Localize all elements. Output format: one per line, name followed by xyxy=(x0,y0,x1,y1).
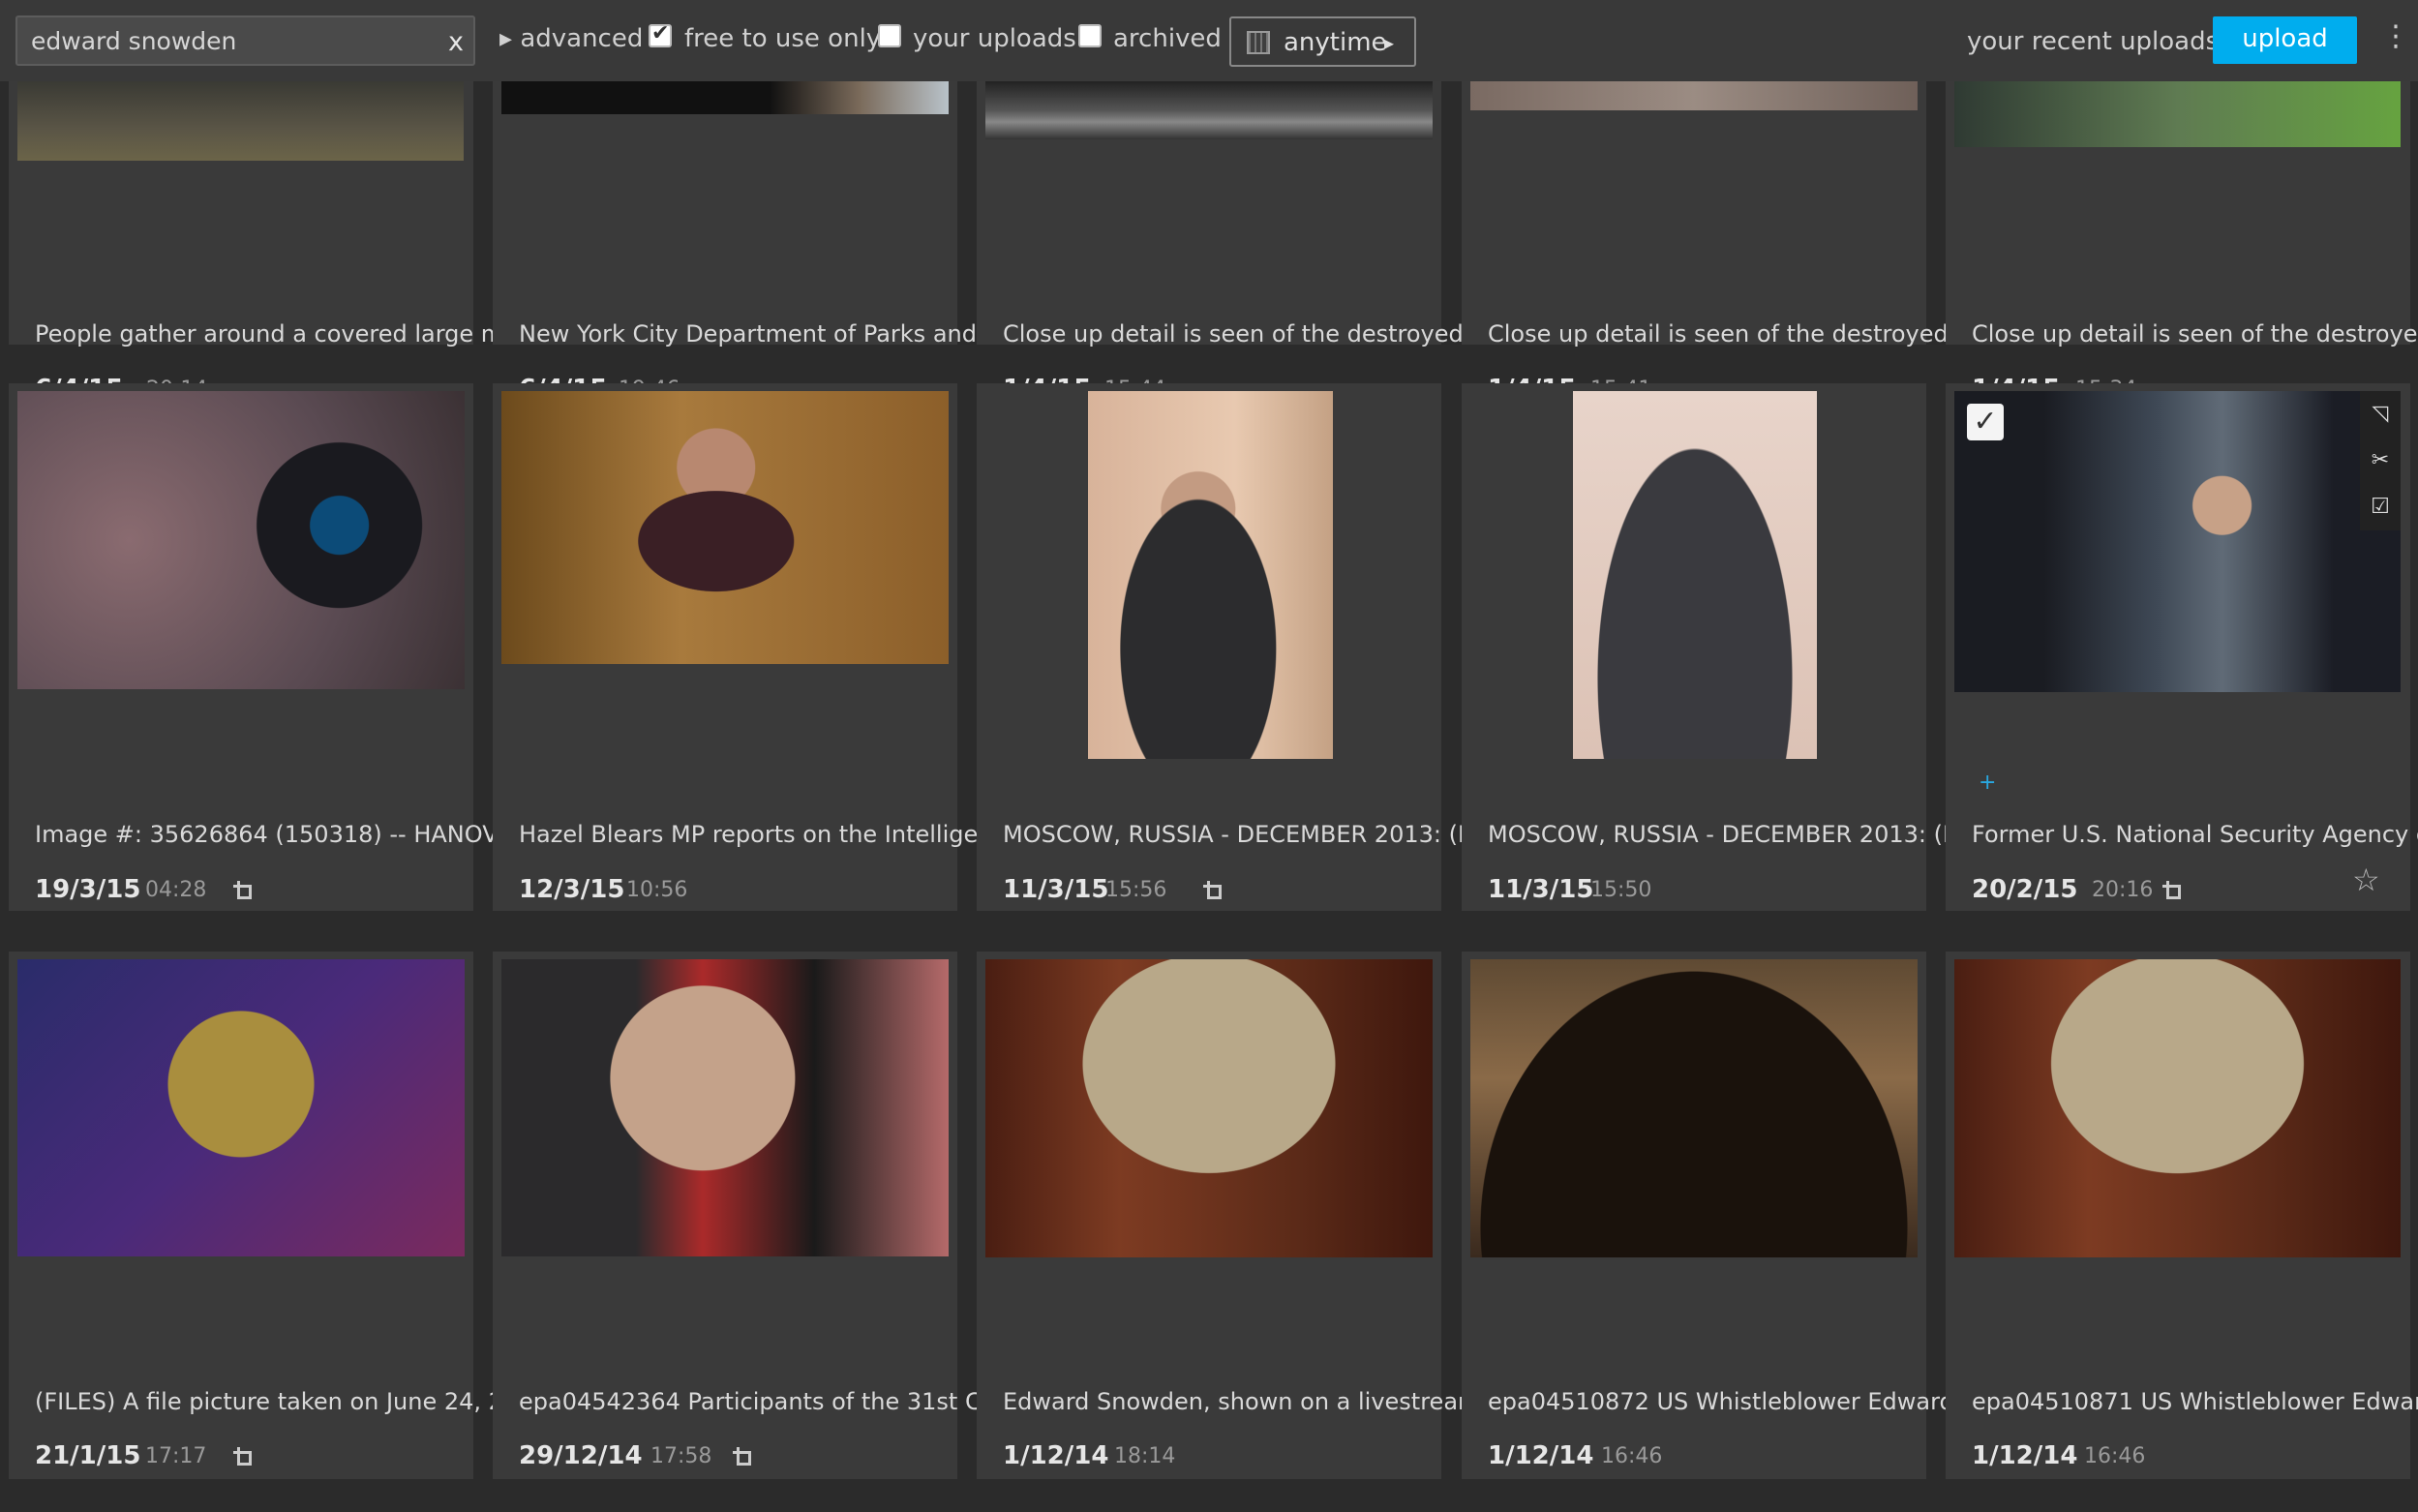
result-caption: Close up detail is seen of the destroyed… xyxy=(1972,320,2418,348)
result-thumbnail[interactable] xyxy=(17,81,464,161)
result-caption: epa04510872 US Whistleblower Edward ... xyxy=(1488,1388,1984,1415)
expand-icon[interactable]: ◹ xyxy=(2360,391,2401,438)
crop-icon xyxy=(2162,881,2182,900)
result-thumbnail[interactable] xyxy=(1470,81,1918,110)
crop-icon xyxy=(1203,881,1223,900)
result-card[interactable]: epa04542364 Participants of the 31st Ch.… xyxy=(493,952,1018,1479)
archived-checkbox[interactable] xyxy=(1078,24,1102,47)
result-card[interactable]: epa04510872 US Whistleblower Edward ... 1… xyxy=(1462,952,1983,1479)
result-date: 19/3/15 xyxy=(35,875,141,904)
result-thumbnail[interactable] xyxy=(501,81,949,114)
result-date: 1/12/14 xyxy=(1003,1441,1109,1470)
star-icon[interactable]: ☆ xyxy=(2352,862,2380,898)
result-card[interactable]: MOSCOW, RUSSIA - DECEMBER 2013: (E... 11/… xyxy=(977,383,1495,911)
result-card[interactable]: Close up detail is seen of the destroyed… xyxy=(1462,81,2005,404)
scissors-icon[interactable]: ✂ xyxy=(2360,438,2401,484)
result-date: 21/1/15 xyxy=(35,1441,141,1470)
search-query[interactable]: edward snowden xyxy=(31,27,236,55)
result-caption: (FILES) A file picture taken on June 24,… xyxy=(35,1388,526,1415)
result-caption: MOSCOW, RUSSIA - DECEMBER 2013: (E... xyxy=(1488,821,1980,848)
checkbox-icon[interactable]: ☑ xyxy=(2360,484,2401,530)
result-card[interactable]: MOSCOW, RUSSIA - DECEMBER 2013: (E... 11/… xyxy=(1462,383,1980,911)
result-card[interactable]: People gather around a covered large mol… xyxy=(9,81,546,404)
result-date: 20/2/15 xyxy=(1972,875,2078,904)
advanced-toggle[interactable]: ▸ advanced xyxy=(499,24,643,53)
result-time: 04:28 xyxy=(145,878,207,902)
result-card[interactable]: Hazel Blears MP reports on the Intellige… xyxy=(493,383,1028,911)
result-date: 1/12/14 xyxy=(1488,1441,1594,1470)
result-thumbnail[interactable] xyxy=(17,959,465,1256)
play-arrow-icon: ▸ xyxy=(1384,31,1395,54)
result-thumbnail[interactable] xyxy=(1954,81,2401,147)
upload-button[interactable]: upload xyxy=(2213,16,2357,64)
result-card[interactable]: Close up detail is seen of the destroyed… xyxy=(1946,81,2418,404)
result-thumbnail[interactable] xyxy=(985,959,1433,1257)
result-card[interactable]: Close up detail is seen of the destroyed… xyxy=(977,81,1520,404)
result-caption: Hazel Blears MP reports on the Intellige… xyxy=(519,821,1028,848)
crop-icon xyxy=(233,881,253,900)
free-to-use-label[interactable]: free to use only xyxy=(684,24,881,53)
calendar-icon xyxy=(1247,31,1270,54)
result-caption: People gather around a covered large mol… xyxy=(35,320,547,348)
archived-label[interactable]: archived xyxy=(1113,24,1222,53)
result-caption: epa04510871 US Whistleblower Edward ... xyxy=(1972,1388,2418,1415)
result-time: 17:58 xyxy=(650,1444,712,1468)
result-card[interactable]: (FILES) A file picture taken on June 24,… xyxy=(9,952,526,1479)
result-thumbnail[interactable] xyxy=(1088,391,1333,759)
crop-icon xyxy=(233,1447,253,1467)
result-card[interactable]: Edward Snowden, shown on a livestream ..… xyxy=(977,952,1510,1479)
result-caption: Edward Snowden, shown on a livestream ..… xyxy=(1003,1388,1510,1415)
result-thumbnail[interactable] xyxy=(501,391,949,664)
result-card[interactable]: New York City Department of Parks and R.… xyxy=(493,81,1021,404)
result-card[interactable]: Former U.S. National Security Agency con… xyxy=(1946,383,2418,911)
result-card[interactable]: Image #: 35626864 (150318) -- HANOV... 19… xyxy=(9,383,517,911)
result-caption: Image #: 35626864 (150318) -- HANOV... xyxy=(35,821,518,848)
result-caption: New York City Department of Parks and R.… xyxy=(519,320,1022,348)
result-caption: Close up detail is seen of the destroyed… xyxy=(1003,320,1520,348)
result-thumbnail[interactable] xyxy=(17,391,465,689)
your-uploads-checkbox[interactable] xyxy=(878,24,901,47)
result-time: 15:56 xyxy=(1105,878,1167,902)
result-thumbnail[interactable] xyxy=(501,959,949,1256)
result-date: 12/3/15 xyxy=(519,875,625,904)
result-thumbnail[interactable] xyxy=(1954,959,2401,1257)
result-time: 18:14 xyxy=(1114,1444,1176,1468)
result-caption: Close up detail is seen of the destroyed… xyxy=(1488,320,2005,348)
recent-uploads-link[interactable]: your recent uploads xyxy=(1967,27,2219,56)
date-range-label: anytime xyxy=(1284,28,1387,57)
result-caption: MOSCOW, RUSSIA - DECEMBER 2013: (E... xyxy=(1003,821,1496,848)
result-time: 10:56 xyxy=(626,878,688,902)
result-date: 11/3/15 xyxy=(1488,875,1594,904)
result-thumbnail[interactable] xyxy=(1954,391,2401,692)
date-range-button[interactable]: anytime ▸ xyxy=(1229,16,1416,67)
search-input[interactable]: edward snowden x xyxy=(15,15,475,66)
result-date: 29/12/14 xyxy=(519,1441,643,1470)
result-card[interactable]: epa04510871 US Whistleblower Edward ... 1… xyxy=(1946,952,2418,1479)
result-thumbnail[interactable] xyxy=(1470,959,1918,1257)
result-caption: Former U.S. National Security Agency con… xyxy=(1972,821,2418,848)
result-caption: epa04542364 Participants of the 31st Ch.… xyxy=(519,1388,1018,1415)
result-thumbnail[interactable] xyxy=(985,81,1433,139)
image-tools: ◹ ✂ ☑ xyxy=(2360,391,2401,530)
result-time: 16:46 xyxy=(2084,1444,2146,1468)
clear-search-button[interactable]: x xyxy=(448,27,464,57)
result-thumbnail[interactable] xyxy=(1573,391,1817,759)
result-time: 15:50 xyxy=(1590,878,1652,902)
result-time: 20:16 xyxy=(2092,878,2154,902)
result-time: 16:46 xyxy=(1601,1444,1663,1468)
result-time: 17:17 xyxy=(145,1444,207,1468)
result-date: 11/3/15 xyxy=(1003,875,1109,904)
your-uploads-label[interactable]: your uploads xyxy=(913,24,1076,53)
crop-icon xyxy=(733,1447,752,1467)
result-date: 1/12/14 xyxy=(1972,1441,2078,1470)
top-bar: edward snowden x ▸ advanced free to use … xyxy=(0,0,2418,81)
add-label-icon[interactable]: + xyxy=(1979,771,1996,795)
more-menu-icon[interactable]: ⋮ xyxy=(2381,19,2410,53)
select-checkbox[interactable]: ✓ xyxy=(1967,404,2004,440)
free-to-use-checkbox[interactable] xyxy=(649,21,672,47)
